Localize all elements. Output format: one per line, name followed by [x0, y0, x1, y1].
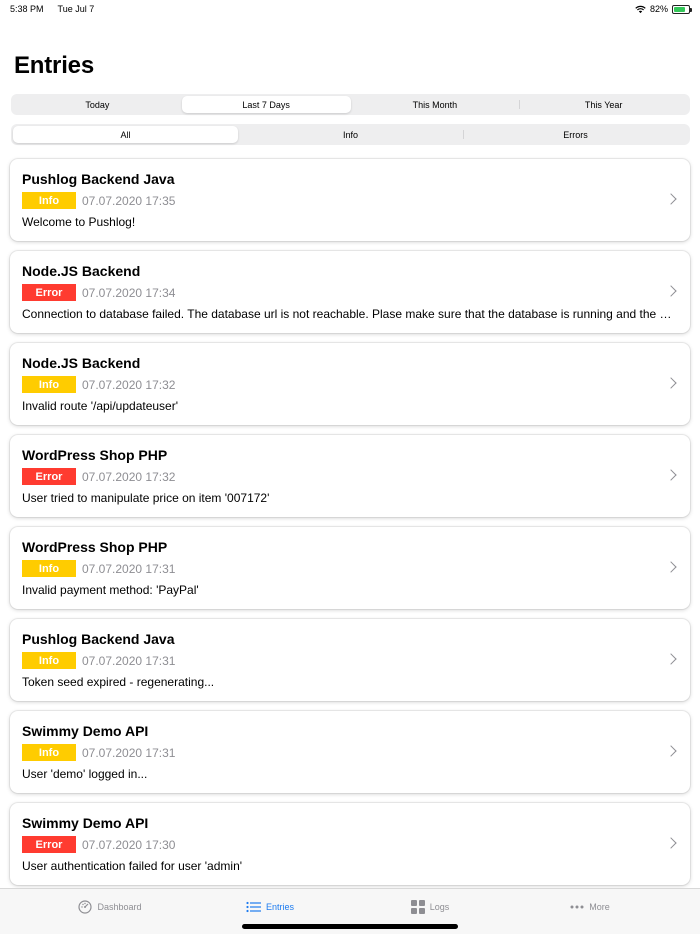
entry-card[interactable]: Swimmy Demo API Info 07.07.2020 17:31 User …	[10, 711, 690, 793]
status-time: 5:38 PM	[10, 4, 44, 14]
entry-meta: Error 07.07.2020 17:34	[22, 284, 666, 301]
entry-timestamp: 07.07.2020 17:35	[82, 193, 176, 208]
entry-meta: Info 07.07.2020 17:31	[22, 744, 666, 761]
dashboard-icon	[78, 900, 93, 914]
entry-meta: Info 07.07.2020 17:35	[22, 192, 666, 209]
chevron-right-icon	[665, 653, 677, 665]
chevron-right-icon	[665, 285, 677, 297]
tab-more[interactable]: More	[510, 889, 670, 925]
level-badge: Info	[22, 744, 76, 761]
status-date: Tue Jul 7	[57, 4, 95, 14]
level-filter-segmented-control: All Info Errors	[11, 124, 690, 145]
entry-title: Node.JS Backend	[22, 355, 141, 371]
level-badge: Info	[22, 376, 76, 393]
entry-card[interactable]: Pushlog Backend Java Info 07.07.2020 17:31…	[10, 619, 690, 701]
page-title: Entries	[14, 52, 94, 79]
entry-meta: Info 07.07.2020 17:32	[22, 376, 666, 393]
entry-message: Invalid payment method: 'PayPal'	[22, 583, 199, 597]
filter-all[interactable]: All	[13, 126, 238, 143]
wifi-icon	[635, 5, 646, 13]
tab-label: Logs	[429, 902, 450, 912]
entry-meta: Info 07.07.2020 17:31	[22, 652, 666, 669]
chevron-right-icon	[665, 837, 677, 849]
status-bar: 5:38 PM Tue Jul 7 82%	[0, 0, 700, 18]
entry-meta: Info 07.07.2020 17:31	[22, 560, 666, 577]
entry-timestamp: 07.07.2020 17:30	[82, 837, 176, 852]
entry-title: WordPress Shop PHP	[22, 447, 168, 463]
entry-timestamp: 07.07.2020 17:34	[82, 285, 176, 300]
chevron-right-icon	[665, 745, 677, 757]
level-badge: Info	[22, 652, 76, 669]
entry-card[interactable]: Node.JS Backend Error 07.07.2020 17:34 Conn…	[10, 251, 690, 333]
list-icon	[246, 901, 261, 913]
entry-card[interactable]: Swimmy Demo API Error 07.07.2020 17:30 User…	[10, 803, 690, 885]
entry-message: Connection to database failed. The datab…	[22, 307, 677, 321]
tab-label: More	[589, 902, 610, 912]
tab-logs[interactable]: Logs	[350, 889, 510, 925]
entry-title: Swimmy Demo API	[22, 815, 149, 831]
home-indicator	[242, 924, 458, 929]
segment-this-month[interactable]: This Month	[351, 96, 520, 113]
segment-last-7-days[interactable]: Last 7 Days	[181, 96, 351, 113]
entry-card[interactable]: Pushlog Backend Java Info 07.07.2020 17:35…	[10, 159, 690, 241]
filter-info[interactable]: Info	[238, 126, 463, 143]
entry-timestamp: 07.07.2020 17:31	[82, 561, 176, 576]
entry-title: Pushlog Backend Java	[22, 631, 175, 647]
entries-list: Pushlog Backend Java Info 07.07.2020 17:35…	[10, 159, 690, 895]
entry-message: User 'demo' logged in...	[22, 767, 148, 781]
entry-title: Swimmy Demo API	[22, 723, 149, 739]
battery-level	[674, 6, 686, 12]
tab-entries[interactable]: Entries	[190, 889, 350, 925]
tab-dashboard[interactable]: Dashboard	[30, 889, 190, 925]
chevron-right-icon	[665, 377, 677, 389]
chevron-right-icon	[665, 561, 677, 573]
entry-message: User authentication failed for user 'adm…	[22, 859, 243, 873]
more-icon	[570, 905, 584, 909]
level-badge: Info	[22, 560, 76, 577]
chevron-right-icon	[665, 469, 677, 481]
entry-timestamp: 07.07.2020 17:32	[82, 469, 176, 484]
level-badge: Info	[22, 192, 76, 209]
entry-message: Invalid route '/api/updateuser'	[22, 399, 179, 413]
entry-timestamp: 07.07.2020 17:32	[82, 377, 176, 392]
entry-title: Pushlog Backend Java	[22, 171, 175, 187]
entry-title: WordPress Shop PHP	[22, 539, 168, 555]
entry-title: Node.JS Backend	[22, 263, 141, 279]
tab-label: Dashboard	[97, 902, 142, 912]
entry-meta: Error 07.07.2020 17:30	[22, 836, 666, 853]
segment-today[interactable]: Today	[13, 96, 182, 113]
entry-card[interactable]: Node.JS Backend Info 07.07.2020 17:32 Inval…	[10, 343, 690, 425]
entry-meta: Error 07.07.2020 17:32	[22, 468, 666, 485]
entry-timestamp: 07.07.2020 17:31	[82, 653, 176, 668]
level-badge: Error	[22, 836, 76, 853]
battery-percentage: 82%	[649, 4, 668, 14]
filter-errors[interactable]: Errors	[463, 126, 688, 143]
entry-timestamp: 07.07.2020 17:31	[82, 745, 176, 760]
tab-label: Entries	[265, 902, 294, 912]
level-badge: Error	[22, 468, 76, 485]
entry-message: Token seed expired - regenerating...	[22, 675, 215, 689]
entry-message: User tried to manipulate price on item '…	[22, 491, 270, 505]
battery-icon	[672, 4, 692, 14]
grid-icon	[410, 900, 425, 914]
chevron-right-icon	[665, 193, 677, 205]
entry-card[interactable]: WordPress Shop PHP Info 07.07.2020 17:31 In…	[10, 527, 690, 609]
segment-this-year[interactable]: This Year	[519, 96, 688, 113]
entry-message: Welcome to Pushlog!	[22, 215, 136, 229]
date-range-segmented-control: Today Last 7 Days This Month This Year	[11, 94, 690, 115]
entry-card[interactable]: WordPress Shop PHP Error 07.07.2020 17:32 U…	[10, 435, 690, 517]
level-badge: Error	[22, 284, 76, 301]
